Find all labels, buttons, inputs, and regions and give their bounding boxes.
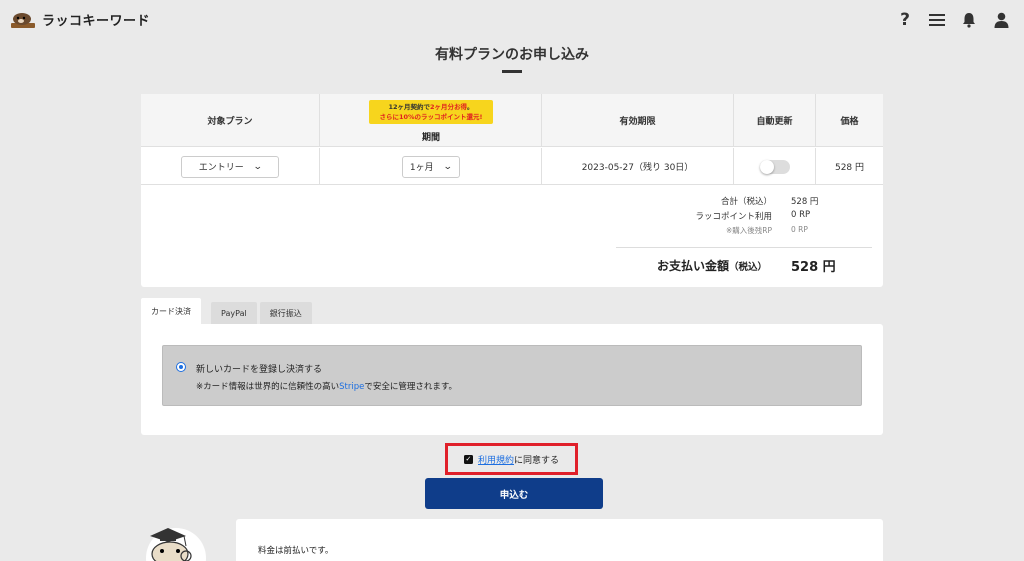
remaining-rp-label: ※購入後残RP (725, 226, 772, 235)
remaining-rp-value: 0 RP (791, 225, 808, 234)
auto-renew-toggle[interactable] (759, 159, 790, 174)
promo-points: さらに10%のラッコポイント還元! (379, 113, 483, 121)
header-actions: ? (896, 10, 1010, 30)
new-card-radio[interactable] (176, 362, 186, 372)
tab-paypal[interactable]: PayPal (211, 302, 257, 324)
user-icon[interactable] (992, 10, 1010, 30)
table-header: 対象プラン 有効期限 自動更新 価格 12ヶ月契約で2ヶ月分お得。 さらに10%… (141, 94, 883, 147)
tab-bank-transfer[interactable]: 銀行振込 (259, 302, 312, 324)
points-label: ラッコポイント利用 (695, 212, 772, 222)
chevron-down-icon: ⌄ (442, 161, 453, 172)
terms-checkbox[interactable]: ✓ (463, 454, 473, 464)
title-underline (502, 70, 522, 73)
terms-agree-text: に同意する (514, 455, 560, 466)
expiry-cell: 2023-05-27（残り 30日） (542, 148, 734, 185)
otter-logo-icon (11, 13, 35, 28)
plan-select[interactable]: エントリー ⌄ (181, 155, 279, 178)
info-card: 料金は前払いです。 (236, 519, 883, 561)
header-auto-renew: 自動更新 (734, 94, 816, 147)
price-cell: 528 円 (834, 163, 865, 173)
terms-link[interactable]: 利用規約 (478, 456, 514, 466)
payment-tabs: カード決済 PayPal 銀行振込 (141, 298, 312, 324)
stripe-note: ※カード情報は世界的に信頼性の高いStripeで安全に管理されます。 (196, 380, 457, 392)
menu-icon[interactable] (928, 10, 946, 30)
promo-text-end: 。 (467, 103, 474, 111)
period-cell: 1ヶ月 ⌄ (320, 148, 542, 185)
help-icon[interactable]: ? (896, 10, 914, 30)
header-period: 期間 (421, 133, 440, 143)
pay-label-tax: （税込） (728, 262, 767, 273)
page-title: 有料プランのお申し込み (435, 47, 589, 63)
otter-professor-mascot (146, 528, 206, 561)
pay-amount-value: 528 円 (791, 260, 836, 275)
logo[interactable]: ラッコキーワード (10, 9, 150, 29)
pay-label-text: お支払い金額 (656, 259, 729, 273)
header-plan: 対象プラン (141, 94, 320, 147)
table-row: エントリー ⌄ 1ヶ月 ⌄ 2023-05-27（残り 30日） 528 円 (141, 148, 883, 185)
header-expiry: 有効期限 (542, 94, 734, 147)
total-value: 528 円 (791, 197, 819, 207)
points-value: 0 RP (791, 210, 811, 220)
app-header: ラッコキーワード ? (0, 0, 1024, 40)
stripe-note-end: で安全に管理されます。 (364, 382, 457, 392)
terms-agree[interactable]: ✓ 利用規約に同意する (445, 443, 578, 475)
plan-select-value: エントリー (198, 163, 244, 173)
promo-highlight: 2ヶ月分お得 (430, 103, 468, 111)
summary-divider (616, 247, 872, 248)
terms-text: 利用規約に同意する (478, 453, 559, 466)
auto-renew-cell (734, 148, 816, 185)
new-card-option[interactable]: 新しいカードを登録し決済する ※カード情報は世界的に信頼性の高いStripeで安… (162, 345, 862, 406)
new-card-label: 新しいカードを登録し決済する (196, 365, 323, 375)
logo-text: ラッコキーワード (42, 13, 151, 29)
stripe-link[interactable]: Stripe (339, 382, 364, 392)
bell-icon[interactable] (960, 10, 978, 30)
card-payment-panel: 新しいカードを登録し決済する ※カード情報は世界的に信頼性の高いStripeで安… (141, 324, 883, 435)
info-text: 料金は前払いです。 (258, 546, 334, 556)
total-label: 合計（税込） (720, 197, 772, 207)
plan-cell: エントリー ⌄ (141, 148, 320, 185)
chevron-down-icon: ⌄ (252, 161, 263, 172)
toggle-knob (759, 159, 774, 174)
tab-card[interactable]: カード決済 (141, 298, 201, 324)
stripe-note-text: ※カード情報は世界的に信頼性の高い (196, 382, 340, 392)
plan-card: 対象プラン 有効期限 自動更新 価格 12ヶ月契約で2ヶ月分お得。 さらに10%… (141, 94, 883, 287)
header-price: 価格 (840, 117, 859, 127)
period-select[interactable]: 1ヶ月 ⌄ (401, 155, 460, 178)
promo-badge: 12ヶ月契約で2ヶ月分お得。 さらに10%のラッコポイント還元! (369, 100, 493, 124)
apply-button[interactable]: 申込む (425, 478, 603, 509)
promo-text: 12ヶ月契約で (388, 103, 430, 111)
plan-table: 対象プラン 有効期限 自動更新 価格 12ヶ月契約で2ヶ月分お得。 さらに10%… (141, 94, 883, 185)
pay-amount-label: お支払い金額（税込） (657, 257, 767, 274)
period-select-value: 1ヶ月 (409, 163, 434, 173)
